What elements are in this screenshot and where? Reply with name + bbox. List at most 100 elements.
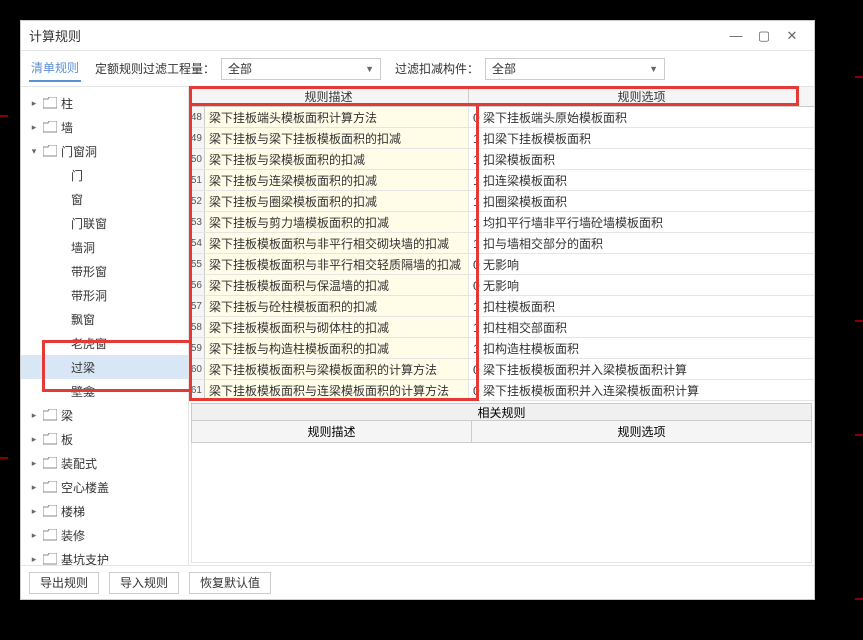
table-row[interactable]: 60梁下挂板模板面积与梁模板面积的计算方法0 梁下挂板模板面积并入梁模板面积计算: [189, 359, 814, 380]
expand-icon[interactable]: ▸: [29, 506, 39, 517]
restore-button[interactable]: 恢复默认值: [189, 572, 271, 594]
tree-item[interactable]: 壁龛: [21, 379, 188, 403]
rule-opt-cell[interactable]: 1 扣柱相交部面积: [469, 317, 814, 337]
export-button[interactable]: 导出规则: [29, 572, 99, 594]
related-grid-body: [191, 443, 812, 563]
tree-item[interactable]: 带形窗: [21, 259, 188, 283]
rule-desc-cell[interactable]: 梁下挂板与圈梁模板面积的扣减: [205, 191, 469, 211]
filter-deduct-combo[interactable]: 全部▼: [485, 58, 665, 80]
rule-opt-cell[interactable]: 0 梁下挂板端头原始模板面积: [469, 107, 814, 127]
tree-item-label: 带形洞: [71, 287, 107, 304]
import-button[interactable]: 导入规则: [109, 572, 179, 594]
rule-desc-cell[interactable]: 梁下挂板模板面积与非平行相交轻质隔墙的扣减: [205, 254, 469, 274]
tab-list-rules[interactable]: 清单规则: [29, 55, 81, 82]
rule-opt-cell[interactable]: 1 扣与墙相交部分的面积: [469, 233, 814, 253]
tree-item[interactable]: 墙洞: [21, 235, 188, 259]
tree-item[interactable]: ▸空心楼盖: [21, 475, 188, 499]
rule-opt-cell[interactable]: 1 扣圈梁模板面积: [469, 191, 814, 211]
table-row[interactable]: 61梁下挂板模板面积与连梁模板面积的计算方法0 梁下挂板模板面积并入连梁模板面积…: [189, 380, 814, 401]
rule-desc-cell[interactable]: 梁下挂板与构造柱模板面积的扣减: [205, 338, 469, 358]
folder-icon: [43, 457, 57, 469]
row-index: 57: [189, 296, 205, 316]
grid-header: 规则描述 规则选项: [189, 87, 814, 107]
rule-opt-cell[interactable]: 1 扣梁下挂板模板面积: [469, 128, 814, 148]
filter-qty-combo[interactable]: 全部▼: [221, 58, 381, 80]
rule-desc-cell[interactable]: 梁下挂板与连梁模板面积的扣减: [205, 170, 469, 190]
tree-item-label: 壁龛: [71, 383, 95, 400]
row-index: 61: [189, 380, 205, 400]
expand-icon[interactable]: ▸: [29, 434, 39, 445]
maximize-icon[interactable]: ▢: [750, 26, 778, 46]
rule-opt-cell[interactable]: 1 均扣平行墙非平行墙砼墙模板面积: [469, 212, 814, 232]
row-index: 56: [189, 275, 205, 295]
rule-desc-cell[interactable]: 梁下挂板模板面积与非平行相交砌块墙的扣减: [205, 233, 469, 253]
expand-icon[interactable]: ▾: [29, 146, 39, 157]
expand-icon[interactable]: ▸: [29, 554, 39, 565]
expand-icon[interactable]: ▸: [29, 482, 39, 493]
table-row[interactable]: 56梁下挂板模板面积与保温墙的扣减0 无影响: [189, 275, 814, 296]
tree-item[interactable]: 门联窗: [21, 211, 188, 235]
close-icon[interactable]: ✕: [778, 26, 806, 46]
rule-opt-cell[interactable]: 1 扣柱模板面积: [469, 296, 814, 316]
table-row[interactable]: 59梁下挂板与构造柱模板面积的扣减1 扣构造柱模板面积: [189, 338, 814, 359]
expand-icon[interactable]: ▸: [29, 122, 39, 133]
rule-opt-cell[interactable]: 1 扣连梁模板面积: [469, 170, 814, 190]
table-row[interactable]: 53梁下挂板与剪力墙模板面积的扣减1 均扣平行墙非平行墙砼墙模板面积: [189, 212, 814, 233]
tree-item[interactable]: ▸装配式: [21, 451, 188, 475]
expand-icon[interactable]: ▸: [29, 98, 39, 109]
rule-desc-cell[interactable]: 梁下挂板与剪力墙模板面积的扣减: [205, 212, 469, 232]
row-index: 51: [189, 170, 205, 190]
tree-item[interactable]: ▸基坑支护: [21, 547, 188, 565]
grid-body[interactable]: 48梁下挂板端头模板面积计算方法0 梁下挂板端头原始模板面积49梁下挂板与梁下挂…: [189, 107, 814, 401]
rule-opt-cell[interactable]: 0 无影响: [469, 254, 814, 274]
tree-item[interactable]: 门: [21, 163, 188, 187]
table-row[interactable]: 54梁下挂板模板面积与非平行相交砌块墙的扣减1 扣与墙相交部分的面积: [189, 233, 814, 254]
folder-icon: [43, 121, 57, 133]
rule-opt-cell[interactable]: 1 扣梁模板面积: [469, 149, 814, 169]
chevron-down-icon: ▼: [649, 64, 658, 74]
tree-item-label: 柱: [61, 95, 73, 112]
folder-icon: [43, 145, 57, 157]
tree-item[interactable]: 带形洞: [21, 283, 188, 307]
expand-icon[interactable]: ▸: [29, 458, 39, 469]
rule-desc-cell[interactable]: 梁下挂板模板面积与连梁模板面积的计算方法: [205, 380, 469, 400]
rule-desc-cell[interactable]: 梁下挂板与梁模板面积的扣减: [205, 149, 469, 169]
table-row[interactable]: 48梁下挂板端头模板面积计算方法0 梁下挂板端头原始模板面积: [189, 107, 814, 128]
rule-desc-cell[interactable]: 梁下挂板模板面积与砌体柱的扣减: [205, 317, 469, 337]
tree-item[interactable]: 窗: [21, 187, 188, 211]
rule-desc-cell[interactable]: 梁下挂板模板面积与保温墙的扣减: [205, 275, 469, 295]
table-row[interactable]: 51梁下挂板与连梁模板面积的扣减1 扣连梁模板面积: [189, 170, 814, 191]
rule-desc-cell[interactable]: 梁下挂板与砼柱模板面积的扣减: [205, 296, 469, 316]
tree-item[interactable]: 老虎窗: [21, 331, 188, 355]
rule-opt-cell[interactable]: 0 无影响: [469, 275, 814, 295]
expand-icon[interactable]: ▸: [29, 410, 39, 421]
rule-desc-cell[interactable]: 梁下挂板与梁下挂板模板面积的扣减: [205, 128, 469, 148]
tree-item[interactable]: ▸楼梯: [21, 499, 188, 523]
tree-item[interactable]: ▸墙: [21, 115, 188, 139]
category-tree[interactable]: ▸柱▸墙▾门窗洞门窗门联窗墙洞带形窗带形洞飘窗老虎窗过梁壁龛▸梁▸板▸装配式▸空…: [21, 87, 189, 565]
related-grid-header: 规则描述 规则选项: [191, 421, 812, 443]
rule-desc-cell[interactable]: 梁下挂板端头模板面积计算方法: [205, 107, 469, 127]
minimize-icon[interactable]: —: [722, 26, 750, 46]
tree-item[interactable]: ▸柱: [21, 91, 188, 115]
table-row[interactable]: 52梁下挂板与圈梁模板面积的扣减1 扣圈梁模板面积: [189, 191, 814, 212]
rule-opt-cell[interactable]: 0 梁下挂板模板面积并入梁模板面积计算: [469, 359, 814, 379]
table-row[interactable]: 55梁下挂板模板面积与非平行相交轻质隔墙的扣减0 无影响: [189, 254, 814, 275]
rule-opt-cell[interactable]: 0 梁下挂板模板面积并入连梁模板面积计算: [469, 380, 814, 400]
table-row[interactable]: 50梁下挂板与梁模板面积的扣减1 扣梁模板面积: [189, 149, 814, 170]
rule-desc-cell[interactable]: 梁下挂板模板面积与梁模板面积的计算方法: [205, 359, 469, 379]
table-row[interactable]: 58梁下挂板模板面积与砌体柱的扣减1 扣柱相交部面积: [189, 317, 814, 338]
tree-item[interactable]: ▸装修: [21, 523, 188, 547]
tree-item[interactable]: ▸板: [21, 427, 188, 451]
tree-item[interactable]: 飘窗: [21, 307, 188, 331]
tree-item[interactable]: ▾门窗洞: [21, 139, 188, 163]
col-desc-header: 规则描述: [189, 87, 469, 106]
table-row[interactable]: 49梁下挂板与梁下挂板模板面积的扣减1 扣梁下挂板模板面积: [189, 128, 814, 149]
tree-item[interactable]: 过梁: [21, 355, 188, 379]
rule-opt-cell[interactable]: 1 扣构造柱模板面积: [469, 338, 814, 358]
related-rules-bar[interactable]: 相关规则: [191, 403, 812, 421]
tree-item[interactable]: ▸梁: [21, 403, 188, 427]
table-row[interactable]: 57梁下挂板与砼柱模板面积的扣减1 扣柱模板面积: [189, 296, 814, 317]
expand-icon[interactable]: ▸: [29, 530, 39, 541]
folder-icon: [43, 481, 57, 493]
